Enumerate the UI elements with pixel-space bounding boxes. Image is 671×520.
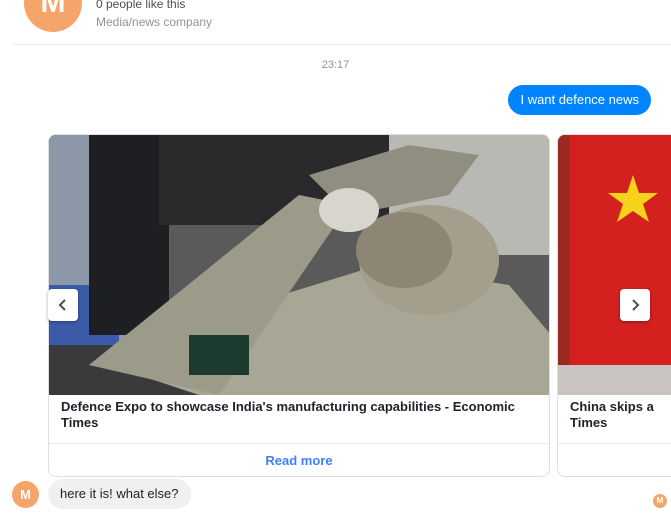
page-header: M 0 people like this Media/news company	[0, 0, 671, 45]
page-likes-count: 0 people like this	[96, 0, 186, 11]
message-timestamp: 23:17	[321, 59, 350, 71]
header-divider	[12, 44, 671, 45]
news-card-title[interactable]: China skips a Times	[570, 399, 671, 433]
drone-model-image[interactable]	[49, 135, 549, 395]
user-message-bubble: I want defence news	[508, 85, 651, 115]
news-card-footer	[558, 443, 671, 476]
carousel-next-button[interactable]	[620, 289, 650, 321]
bot-avatar[interactable]: M	[12, 481, 39, 508]
bot-message-bubble: here it is! what else?	[48, 479, 191, 509]
read-receipt-avatar: M	[653, 494, 667, 508]
news-card-footer: Read more	[49, 443, 549, 476]
page-category: Media/news company	[96, 15, 213, 29]
news-card: Defence Expo to showcase India's manufac…	[48, 134, 550, 477]
page-avatar[interactable]: M	[24, 0, 82, 32]
messenger-conversation: M 0 people like this Media/news company …	[0, 0, 671, 520]
news-card-title[interactable]: Defence Expo to showcase India's manufac…	[61, 399, 537, 431]
china-flag-image[interactable]	[558, 135, 671, 395]
read-more-button[interactable]: Read more	[265, 453, 332, 468]
carousel-prev-button[interactable]	[48, 289, 78, 321]
news-card: China skips a Times	[557, 134, 671, 477]
chevron-left-icon	[58, 299, 66, 311]
chevron-right-icon	[632, 299, 640, 311]
